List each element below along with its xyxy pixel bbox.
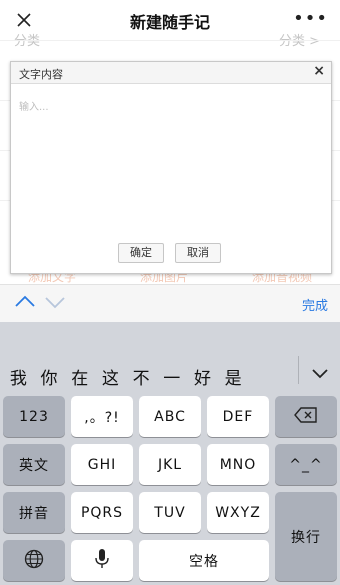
key-123[interactable]: 123 bbox=[3, 396, 65, 437]
keyboard: 123 ,。?! ABC DEF 英文 GHI JKL MNO ^_^ 拼音 P… bbox=[0, 387, 340, 585]
candidate-list: 我 你 在 这 不 一 好 是 bbox=[0, 364, 249, 389]
key-mno[interactable]: MNO bbox=[207, 444, 269, 485]
chevron-down-icon[interactable] bbox=[44, 293, 66, 315]
microphone-key[interactable] bbox=[71, 540, 133, 581]
expand-candidates-icon[interactable] bbox=[311, 365, 329, 384]
backspace-icon bbox=[294, 406, 318, 427]
divider bbox=[0, 40, 340, 41]
text-content-dialog: 文字内容 × 输入... 确定 取消 bbox=[10, 61, 332, 274]
candidate-word[interactable]: 你 bbox=[34, 364, 65, 389]
candidate-word[interactable]: 好 bbox=[187, 364, 218, 389]
more-menu-icon[interactable]: ••• bbox=[293, 8, 328, 29]
candidate-bar: 我 你 在 这 不 一 好 是 bbox=[0, 322, 340, 389]
newline-key[interactable]: 换行 bbox=[275, 492, 337, 581]
confirm-button[interactable]: 确定 bbox=[118, 243, 164, 263]
candidate-word[interactable]: 这 bbox=[95, 364, 126, 389]
key-punctuation[interactable]: ,。?! bbox=[71, 396, 133, 437]
candidate-word[interactable]: 我 bbox=[3, 364, 34, 389]
dialog-title: 文字内容 bbox=[19, 68, 63, 81]
dialog-close-icon[interactable]: × bbox=[313, 63, 325, 79]
key-tuv[interactable]: TUV bbox=[139, 492, 201, 533]
text-content-input[interactable]: 输入... bbox=[19, 98, 49, 113]
dialog-header: 文字内容 × bbox=[11, 62, 331, 84]
globe-key[interactable] bbox=[3, 540, 65, 581]
cancel-button[interactable]: 取消 bbox=[175, 243, 221, 263]
candidate-divider bbox=[298, 356, 299, 384]
chevron-up-icon[interactable] bbox=[14, 293, 36, 315]
key-ghi[interactable]: GHI bbox=[71, 444, 133, 485]
key-abc[interactable]: ABC bbox=[139, 396, 201, 437]
candidate-word[interactable]: 一 bbox=[156, 364, 187, 389]
done-button[interactable]: 完成 bbox=[302, 295, 328, 314]
key-english[interactable]: 英文 bbox=[3, 444, 65, 485]
key-def[interactable]: DEF bbox=[207, 396, 269, 437]
key-emoticon[interactable]: ^_^ bbox=[275, 444, 337, 485]
key-wxyz[interactable]: WXYZ bbox=[207, 492, 269, 533]
backspace-key[interactable] bbox=[275, 396, 337, 437]
candidate-word[interactable]: 是 bbox=[218, 364, 249, 389]
key-pinyin[interactable]: 拼音 bbox=[3, 492, 65, 533]
key-jkl[interactable]: JKL bbox=[139, 444, 201, 485]
space-key[interactable]: 空格 bbox=[139, 540, 269, 581]
globe-icon bbox=[24, 549, 44, 573]
candidate-word[interactable]: 不 bbox=[126, 364, 157, 389]
candidate-word[interactable]: 在 bbox=[64, 364, 95, 389]
key-pqrs[interactable]: PQRS bbox=[71, 492, 133, 533]
microphone-icon bbox=[94, 548, 110, 574]
input-accessory-toolbar: 完成 bbox=[0, 284, 340, 322]
